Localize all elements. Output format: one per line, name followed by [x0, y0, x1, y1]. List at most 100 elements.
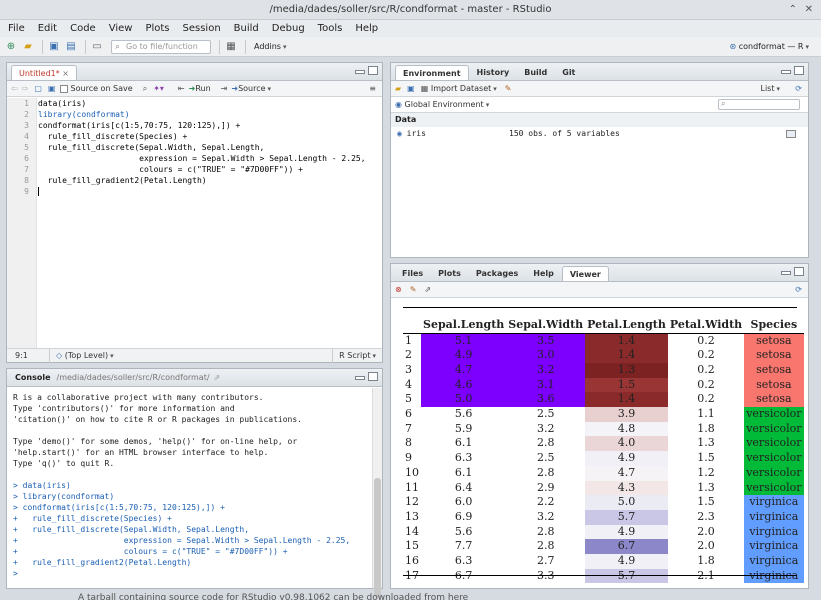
addins-button[interactable]: Addins ▾ — [254, 42, 286, 51]
tab-viewer[interactable]: Viewer — [561, 266, 609, 281]
forward-icon[interactable]: ⇨ — [22, 84, 29, 93]
broom-icon[interactable]: ✎ — [505, 84, 512, 93]
minimize-pane-icon[interactable] — [781, 70, 791, 74]
file-type-indicator[interactable]: R Script ▾ — [332, 349, 376, 363]
project-menu[interactable]: ⊛ condformat — R ▾ — [729, 42, 809, 51]
back-icon[interactable]: ⇦ — [11, 84, 18, 93]
maximize-pane-icon[interactable] — [794, 66, 804, 75]
menu-help[interactable]: Help — [355, 23, 378, 34]
petal-width-cell: 0.2 — [697, 348, 715, 362]
petal-length-cell: 4.9 — [585, 554, 668, 569]
console-scrollbar[interactable] — [372, 388, 382, 598]
new-file-icon[interactable]: ⊕ — [4, 40, 18, 53]
load-workspace-icon[interactable]: ▰ — [395, 84, 401, 93]
minimize-pane-icon[interactable] — [355, 376, 365, 380]
petal-width-cell: 1.3 — [697, 436, 715, 450]
save-icon[interactable]: ▣ — [48, 84, 56, 93]
viewer-pane: Files Plots Packages Help Viewer ⊗ ✎ ⇗ ⟳… — [390, 263, 809, 589]
open-project-icon[interactable]: ▰ — [21, 40, 35, 53]
save-workspace-icon[interactable]: ▣ — [407, 84, 415, 93]
export-icon[interactable]: ⇗ — [424, 285, 431, 294]
search-icon[interactable]: ⌕ — [143, 84, 147, 94]
global-environment-menu[interactable]: ◉ Global Environment ▾ — [395, 100, 489, 109]
code-text: condformat(iris[c(1:5,70:75, 120:125),])… — [38, 121, 241, 130]
pane-layout-icon[interactable]: ▦ — [224, 40, 238, 53]
menu-code[interactable]: Code — [70, 23, 96, 34]
menu-tools[interactable]: Tools — [318, 23, 343, 34]
maximize-pane-icon[interactable] — [368, 372, 378, 381]
scrollbar-thumb[interactable] — [374, 478, 381, 598]
print-icon[interactable]: ▭ — [90, 40, 104, 53]
line-number: 3 — [24, 121, 29, 130]
tab-history[interactable]: History — [470, 65, 517, 80]
tab-help[interactable]: Help — [526, 266, 561, 281]
console-line: Type 'contributors()' for more informati… — [13, 404, 235, 413]
petal-width-cell: 0.2 — [697, 333, 715, 347]
menu-session[interactable]: Session — [183, 23, 221, 34]
run-label: Run — [195, 84, 211, 93]
petal-length-cell: 1.4 — [585, 392, 668, 408]
line-number: 1 — [24, 99, 29, 108]
go-to-dir-icon[interactable]: ⇗ — [214, 373, 221, 382]
species-cell: versicolor — [744, 465, 804, 481]
menu-debug[interactable]: Debug — [272, 23, 305, 34]
petal-length-cell: 4.0 — [585, 436, 668, 452]
goto-file-input[interactable]: Go to file/function — [111, 39, 211, 54]
tab-files[interactable]: Files — [395, 266, 430, 281]
outline-icon[interactable]: ≡ — [369, 84, 376, 93]
sepal-length-cell: 6.0 — [454, 495, 473, 509]
source-rerun-icon[interactable]: ⇥ — [221, 84, 228, 93]
console-line: Type 'q()' to quit R. — [13, 459, 115, 468]
tab-git[interactable]: Git — [555, 65, 582, 80]
run-button[interactable]: ➜Run — [189, 84, 211, 93]
save-all-icon[interactable]: ▤ — [64, 40, 78, 53]
view-data-icon[interactable] — [786, 130, 796, 138]
species-cell: versicolor — [744, 407, 804, 422]
maximize-pane-icon[interactable] — [794, 267, 804, 276]
refresh-icon[interactable]: ⟳ — [795, 84, 802, 93]
console-input-line: + rule_fill_discrete(Species) + — [13, 514, 172, 523]
broom-icon[interactable]: ✎ — [410, 285, 417, 294]
env-row-iris[interactable]: ◉ iris 150 obs. of 5 variables — [391, 127, 808, 141]
expand-icon[interactable]: ◉ — [397, 129, 402, 138]
maximize-pane-icon[interactable] — [368, 66, 378, 75]
close-icon[interactable]: ✕ — [805, 0, 813, 20]
scope-indicator[interactable]: ◇ (Top Level) ▾ — [49, 349, 114, 363]
menu-edit[interactable]: Edit — [38, 23, 57, 34]
minimize-pane-icon[interactable] — [781, 271, 791, 275]
menu-build[interactable]: Build — [234, 23, 259, 34]
close-tab-icon[interactable]: × — [62, 69, 69, 78]
code-editor[interactable]: 1 data(iris) 2 library(condformat) 3 condfo… — [7, 98, 382, 348]
tab-packages[interactable]: Packages — [469, 266, 525, 281]
remove-viewer-icon[interactable]: ⊗ — [395, 285, 402, 294]
source-button[interactable]: ➜Source ▾ — [231, 84, 271, 93]
minimize-pane-icon[interactable] — [355, 70, 365, 74]
petal-length-cell: 5.0 — [585, 495, 668, 510]
tab-plots[interactable]: Plots — [431, 266, 468, 281]
source-on-save-checkbox[interactable] — [59, 84, 68, 93]
console-prompt[interactable]: > — [13, 568, 366, 579]
tab-environment[interactable]: Environment — [395, 65, 469, 80]
maximize-icon[interactable]: ⌃ — [789, 0, 797, 20]
import-dataset-button[interactable]: ▦ Import Dataset ▾ — [421, 84, 497, 93]
sepal-width-cell: 2.8 — [536, 465, 555, 479]
petal-width-cell: 1.3 — [697, 480, 715, 494]
menu-plots[interactable]: Plots — [145, 23, 169, 34]
show-in-window-icon[interactable]: ▢ — [34, 84, 42, 93]
menu-file[interactable]: File — [8, 23, 25, 34]
rerun-icon[interactable]: ⇤ — [178, 84, 185, 93]
window-titlebar: /media/dades/soller/src/R/condformat - m… — [0, 0, 821, 20]
console-output[interactable]: R is a collaborative project with many c… — [7, 388, 372, 588]
refresh-icon[interactable]: ⟳ — [795, 285, 802, 294]
list-view-button[interactable]: List ▾ — [761, 84, 781, 93]
save-icon[interactable]: ▣ — [47, 40, 61, 53]
row-number-cell: 17 — [405, 568, 419, 582]
species-cell: virginica — [744, 554, 804, 569]
petal-length-cell: 1.3 — [585, 362, 668, 378]
environment-search-input[interactable]: ⌕ — [718, 99, 800, 110]
menu-view[interactable]: View — [109, 23, 133, 34]
tab-untitled1[interactable]: Untitled1* × — [11, 65, 77, 80]
sepal-length-cell: 5.6 — [454, 524, 473, 538]
tab-build[interactable]: Build — [517, 65, 554, 80]
wand-icon[interactable]: ✦▾ — [153, 84, 164, 93]
